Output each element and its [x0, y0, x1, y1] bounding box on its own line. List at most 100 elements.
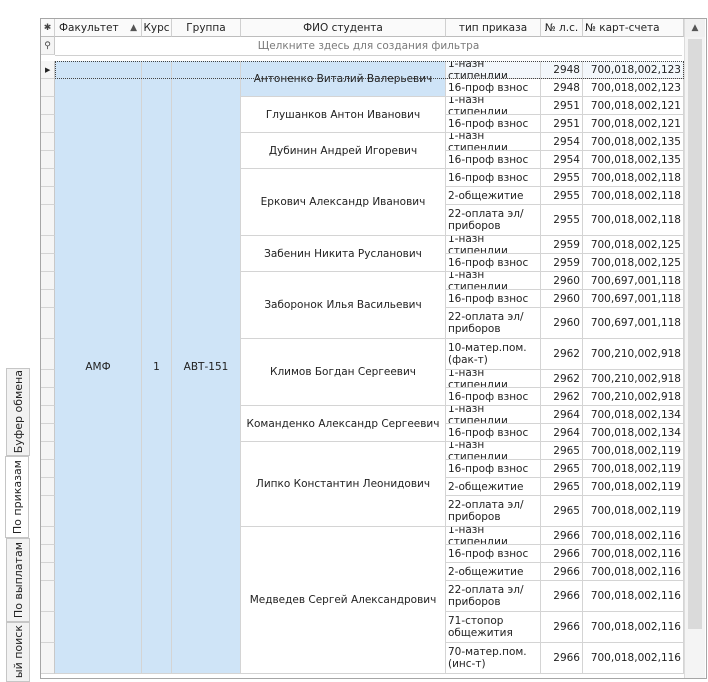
header-student-name[interactable]: ФИО студента	[241, 19, 446, 37]
row-indicator[interactable]	[41, 133, 55, 151]
student-name-cell[interactable]: Липко Константин Леонидович	[241, 442, 446, 527]
account-number-cell[interactable]: 700,697,001,118	[583, 290, 684, 308]
account-number-cell[interactable]: 700,697,001,118	[583, 272, 684, 290]
header-faculty[interactable]: Факультет ▲	[55, 19, 142, 37]
row-indicator[interactable]	[41, 612, 55, 643]
row-indicator[interactable]	[41, 254, 55, 272]
row-indicator[interactable]	[41, 527, 55, 545]
row-indicator[interactable]	[41, 79, 55, 97]
account-number-cell[interactable]: 700,018,002,121	[583, 97, 684, 115]
order-type-cell[interactable]: 16-проф взнос	[446, 79, 541, 97]
account-number-cell[interactable]: 700,018,002,119	[583, 460, 684, 478]
account-number-cell[interactable]: 700,210,002,918	[583, 388, 684, 406]
group-cell[interactable]: АВТ-151	[172, 61, 241, 674]
ls-number-cell[interactable]: 2966	[541, 612, 583, 643]
order-type-cell[interactable]: 16-проф взнос	[446, 460, 541, 478]
filter-row[interactable]: Щелкните здесь для создания фильтра	[55, 37, 682, 56]
row-indicator[interactable]	[41, 205, 55, 236]
student-name-cell[interactable]: Климов Богдан Сергеевич	[241, 339, 446, 406]
row-indicator[interactable]	[41, 370, 55, 388]
row-indicator[interactable]	[41, 187, 55, 205]
vertical-scrollbar[interactable]: ▲	[684, 19, 705, 678]
account-number-cell[interactable]: 700,018,002,119	[583, 496, 684, 527]
order-type-cell[interactable]: 16-проф взнос	[446, 115, 541, 133]
ls-number-cell[interactable]: 2959	[541, 254, 583, 272]
ls-number-cell[interactable]: 2948	[541, 61, 583, 79]
student-name-cell[interactable]: Еркович Александр Иванович	[241, 169, 446, 236]
ls-number-cell[interactable]: 2966	[541, 545, 583, 563]
account-number-cell[interactable]: 700,018,002,116	[583, 563, 684, 581]
row-indicator[interactable]	[41, 442, 55, 460]
tab-clipboard[interactable]: Буфер обмена	[6, 368, 30, 456]
ls-number-cell[interactable]: 2954	[541, 151, 583, 169]
ls-number-cell[interactable]: 2955	[541, 205, 583, 236]
order-type-cell[interactable]: 71-стопор общежития	[446, 612, 541, 643]
ls-number-cell[interactable]: 2960	[541, 290, 583, 308]
order-type-cell[interactable]: 1-назн стипендии	[446, 527, 541, 545]
row-indicator[interactable]	[41, 290, 55, 308]
ls-number-cell[interactable]: 2965	[541, 496, 583, 527]
account-number-cell[interactable]: 700,018,002,116	[583, 612, 684, 643]
account-number-cell[interactable]: 700,018,002,118	[583, 205, 684, 236]
account-number-cell[interactable]: 700,018,002,135	[583, 133, 684, 151]
student-name-cell[interactable]: Дубинин Андрей Игоревич	[241, 133, 446, 169]
ls-number-cell[interactable]: 2962	[541, 388, 583, 406]
student-name-cell[interactable]: Заборонок Илья Васильевич	[241, 272, 446, 339]
row-indicator[interactable]	[41, 643, 55, 674]
order-type-cell[interactable]: 2-общежитие	[446, 187, 541, 205]
ls-number-cell[interactable]: 2965	[541, 478, 583, 496]
faculty-cell[interactable]: АМФ	[55, 61, 142, 674]
order-type-cell[interactable]: 1-назн стипендии	[446, 236, 541, 254]
ls-number-cell[interactable]: 2959	[541, 236, 583, 254]
order-type-cell[interactable]: 16-проф взнос	[446, 388, 541, 406]
row-indicator[interactable]: ▶	[41, 61, 55, 79]
row-indicator[interactable]	[41, 272, 55, 290]
ls-number-cell[interactable]: 2966	[541, 581, 583, 612]
row-indicator[interactable]	[41, 339, 55, 370]
student-name-cell[interactable]: Глушанков Антон Иванович	[241, 97, 446, 133]
row-indicator[interactable]	[41, 545, 55, 563]
row-indicator[interactable]	[41, 581, 55, 612]
ls-number-cell[interactable]: 2964	[541, 424, 583, 442]
header-course[interactable]: Курс	[142, 19, 172, 37]
ls-number-cell[interactable]: 2962	[541, 370, 583, 388]
student-name-cell[interactable]: Команденко Александр Сергеевич	[241, 406, 446, 442]
order-type-cell[interactable]: 1-назн стипендии	[446, 97, 541, 115]
account-number-cell[interactable]: 700,018,002,118	[583, 187, 684, 205]
order-type-cell[interactable]: 1-назн стипендии	[446, 133, 541, 151]
student-name-cell[interactable]: Медведев Сергей Александрович	[241, 527, 446, 674]
account-number-cell[interactable]: 700,018,002,118	[583, 169, 684, 187]
ls-number-cell[interactable]: 2966	[541, 527, 583, 545]
row-indicator[interactable]	[41, 236, 55, 254]
account-number-cell[interactable]: 700,697,001,118	[583, 308, 684, 339]
order-type-cell[interactable]: 16-проф взнос	[446, 290, 541, 308]
course-cell[interactable]: 1	[142, 61, 172, 674]
row-indicator[interactable]	[41, 388, 55, 406]
account-number-cell[interactable]: 700,018,002,125	[583, 254, 684, 272]
row-indicator[interactable]	[41, 563, 55, 581]
ls-number-cell[interactable]: 2960	[541, 272, 583, 290]
tab-search[interactable]: ый поиск	[6, 622, 30, 682]
order-type-cell[interactable]: 16-проф взнос	[446, 169, 541, 187]
ls-number-cell[interactable]: 2965	[541, 442, 583, 460]
row-indicator[interactable]	[41, 496, 55, 527]
order-type-cell[interactable]: 2-общежитие	[446, 563, 541, 581]
order-type-cell[interactable]: 16-проф взнос	[446, 151, 541, 169]
account-number-cell[interactable]: 700,018,002,123	[583, 61, 684, 79]
new-row-icon[interactable]: ✱	[41, 19, 55, 37]
header-order-type[interactable]: тип приказа	[446, 19, 541, 37]
order-type-cell[interactable]: 1-назн стипендии	[446, 370, 541, 388]
ls-number-cell[interactable]: 2964	[541, 406, 583, 424]
account-number-cell[interactable]: 700,210,002,918	[583, 339, 684, 370]
account-number-cell[interactable]: 700,018,002,119	[583, 442, 684, 460]
account-number-cell[interactable]: 700,018,002,119	[583, 478, 684, 496]
account-number-cell[interactable]: 700,018,002,116	[583, 545, 684, 563]
row-indicator[interactable]	[41, 115, 55, 133]
order-type-cell[interactable]: 16-проф взнос	[446, 424, 541, 442]
header-group[interactable]: Группа	[172, 19, 241, 37]
order-type-cell[interactable]: 2-общежитие	[446, 478, 541, 496]
ls-number-cell[interactable]: 2955	[541, 169, 583, 187]
order-type-cell[interactable]: 1-назн стипендии	[446, 442, 541, 460]
account-number-cell[interactable]: 700,210,002,918	[583, 370, 684, 388]
tab-by-orders[interactable]: По приказам	[5, 456, 29, 538]
